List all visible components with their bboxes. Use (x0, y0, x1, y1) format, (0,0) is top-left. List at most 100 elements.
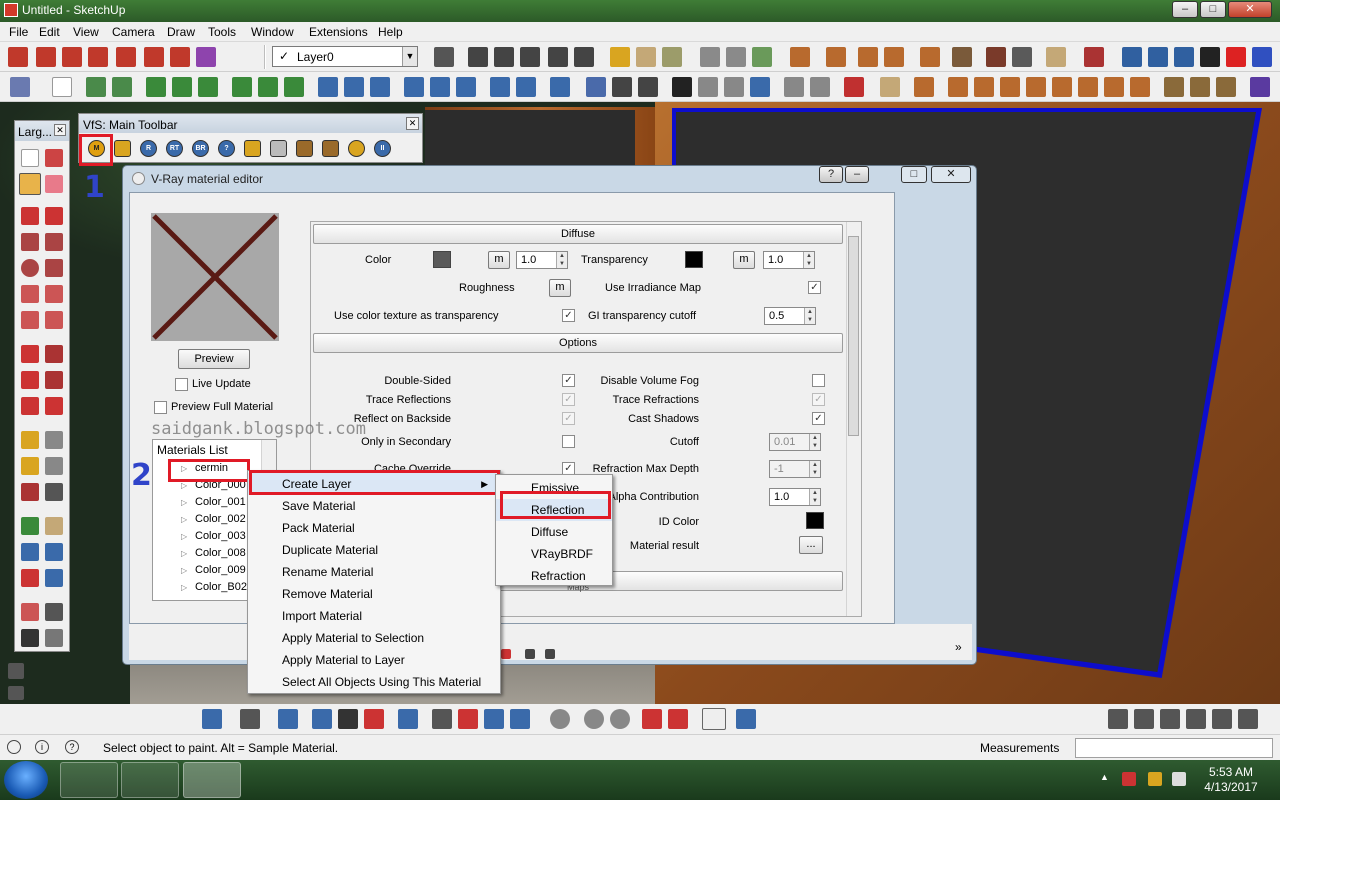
layers-icon-4[interactable] (520, 47, 540, 67)
shadow-toggle-icon[interactable] (702, 708, 726, 730)
tool-icon-4[interactable] (790, 47, 810, 67)
texture-icon-9[interactable] (1104, 77, 1124, 97)
section-icon-1[interactable] (784, 77, 804, 97)
plugin-icon-8[interactable] (196, 47, 216, 67)
close-button[interactable]: ✕ (1228, 1, 1272, 18)
expand-icon[interactable]: ▷ (181, 532, 187, 541)
text-icon[interactable] (45, 457, 63, 475)
texture-icon-1[interactable] (880, 77, 900, 97)
transparency-map-button[interactable]: m (733, 251, 755, 269)
list-item[interactable]: Color_001 (195, 496, 246, 508)
menu-window[interactable]: Window (251, 25, 294, 39)
menu-camera[interactable]: Camera (112, 25, 155, 39)
sandbox-tool-icon-11[interactable] (510, 709, 530, 729)
line-icon[interactable] (21, 207, 39, 225)
chevron-down-icon[interactable]: ▼ (402, 47, 417, 66)
help-circle-icon[interactable] (736, 709, 756, 729)
style-icon-6[interactable] (724, 77, 744, 97)
select-icon[interactable] (52, 77, 72, 97)
list-item[interactable]: Color_009 (195, 564, 246, 576)
warehouse-icon-1[interactable] (1108, 709, 1128, 729)
grid-icon-2[interactable] (344, 77, 364, 97)
rotated-rectangle-icon[interactable] (45, 233, 63, 251)
sandbox-icon-2[interactable] (8, 686, 24, 700)
texture-icon-8[interactable] (1078, 77, 1098, 97)
orbit-icon[interactable] (21, 517, 39, 535)
vray-maximize-button[interactable]: □ (901, 166, 927, 183)
menu-view[interactable]: View (73, 25, 99, 39)
tool-icon-11[interactable] (1012, 47, 1032, 67)
double-sided-checkbox[interactable]: ✓ (562, 374, 575, 387)
layers-icon-1[interactable] (434, 47, 454, 67)
spin-arrows-icon[interactable]: ▲ ▼ (809, 434, 820, 450)
texture-icon-3[interactable] (948, 77, 968, 97)
preview-button[interactable]: Preview (178, 349, 250, 369)
sandbox-icon-1[interactable] (8, 663, 24, 679)
diffuse-color-map-button[interactable]: m (488, 251, 510, 269)
trace-reflections-checkbox[interactable]: ✓ (562, 393, 575, 406)
zoom-icon[interactable] (21, 543, 39, 561)
paint-bucket-icon[interactable] (19, 173, 41, 195)
move-icon[interactable] (21, 345, 39, 363)
sandbox-tool-icon-2[interactable] (240, 709, 260, 729)
menu-help[interactable]: Help (378, 25, 403, 39)
expand-icon[interactable]: ▷ (181, 549, 187, 558)
play-icon[interactable] (1200, 47, 1220, 67)
menu-extensions[interactable]: Extensions (309, 25, 368, 39)
tool-icon-10[interactable] (986, 47, 1006, 67)
axes-icon[interactable] (21, 483, 39, 501)
rt-render-icon[interactable]: RT (166, 140, 183, 157)
style-icon-1[interactable] (586, 77, 606, 97)
sandbox-tool-icon-10[interactable] (484, 709, 504, 729)
parameters-scroll-thumb[interactable] (848, 236, 859, 436)
expand-icon[interactable]: ▷ (181, 583, 187, 592)
cutoff-input[interactable]: 0.01 ▲ ▼ (769, 433, 821, 451)
volume-icon[interactable] (1172, 772, 1186, 786)
refraction-max-depth-input[interactable]: -1 ▲ ▼ (769, 460, 821, 478)
id-color-swatch[interactable] (806, 512, 824, 529)
texture-icon-13[interactable] (1216, 77, 1236, 97)
style-icon-2[interactable] (612, 77, 632, 97)
polygon-icon[interactable] (45, 259, 63, 277)
bottom-tool-icon-2[interactable] (525, 649, 535, 659)
menu-tools[interactable]: Tools (208, 25, 236, 39)
plugin-icon-3[interactable] (62, 47, 82, 67)
grid-icon-6[interactable] (456, 77, 476, 97)
shadow-icon-1[interactable] (550, 709, 570, 729)
help-icon[interactable] (1252, 47, 1272, 67)
spin-arrows-icon[interactable]: ▲ ▼ (556, 252, 567, 268)
diffuse-section-header[interactable]: Diffuse (313, 224, 843, 244)
menu-edit[interactable]: Edit (39, 25, 60, 39)
layer-combo[interactable]: ✓ Layer0 ▼ (272, 46, 418, 67)
tape-measure-icon[interactable] (21, 431, 39, 449)
alpha-contribution-input[interactable]: 1.0 ▲ ▼ (769, 488, 821, 506)
spin-arrows-icon[interactable]: ▲ ▼ (809, 489, 820, 505)
expand-icon[interactable]: ▷ (181, 481, 187, 490)
shadow-icon-4[interactable] (642, 709, 662, 729)
3point-arc-icon[interactable] (21, 311, 39, 329)
menu-item-rename-material[interactable]: Rename Material (248, 561, 500, 583)
expand-icon[interactable]: ▷ (181, 498, 187, 507)
batch-render-icon[interactable]: BR (192, 140, 209, 157)
align-icon-5[interactable] (258, 77, 278, 97)
style-icon-7[interactable] (750, 77, 770, 97)
grid-icon-5[interactable] (430, 77, 450, 97)
warehouse-icon-2[interactable] (1134, 709, 1154, 729)
render-icon[interactable]: R (140, 140, 157, 157)
dimension-icon[interactable] (45, 431, 63, 449)
look-around-icon[interactable] (45, 603, 63, 621)
bottom-tool-icon-3[interactable] (545, 649, 555, 659)
close-icon[interactable]: ✕ (406, 117, 419, 130)
style-icon-5[interactable] (698, 77, 718, 97)
menu-item-select-all-objects[interactable]: Select All Objects Using This Material (248, 671, 500, 693)
style-icon-3[interactable] (638, 77, 658, 97)
list-item[interactable]: Color_008 (195, 547, 246, 559)
geo-location-icon[interactable] (7, 740, 21, 754)
tray-icon-1[interactable] (1122, 772, 1136, 786)
warehouse-icon-3[interactable] (1160, 709, 1180, 729)
plugin-icon-2[interactable] (36, 47, 56, 67)
pan-icon[interactable] (45, 517, 63, 535)
pause-icon[interactable]: II (374, 140, 391, 157)
expand-icon[interactable]: ▷ (181, 515, 187, 524)
circle-icon[interactable] (21, 259, 39, 277)
